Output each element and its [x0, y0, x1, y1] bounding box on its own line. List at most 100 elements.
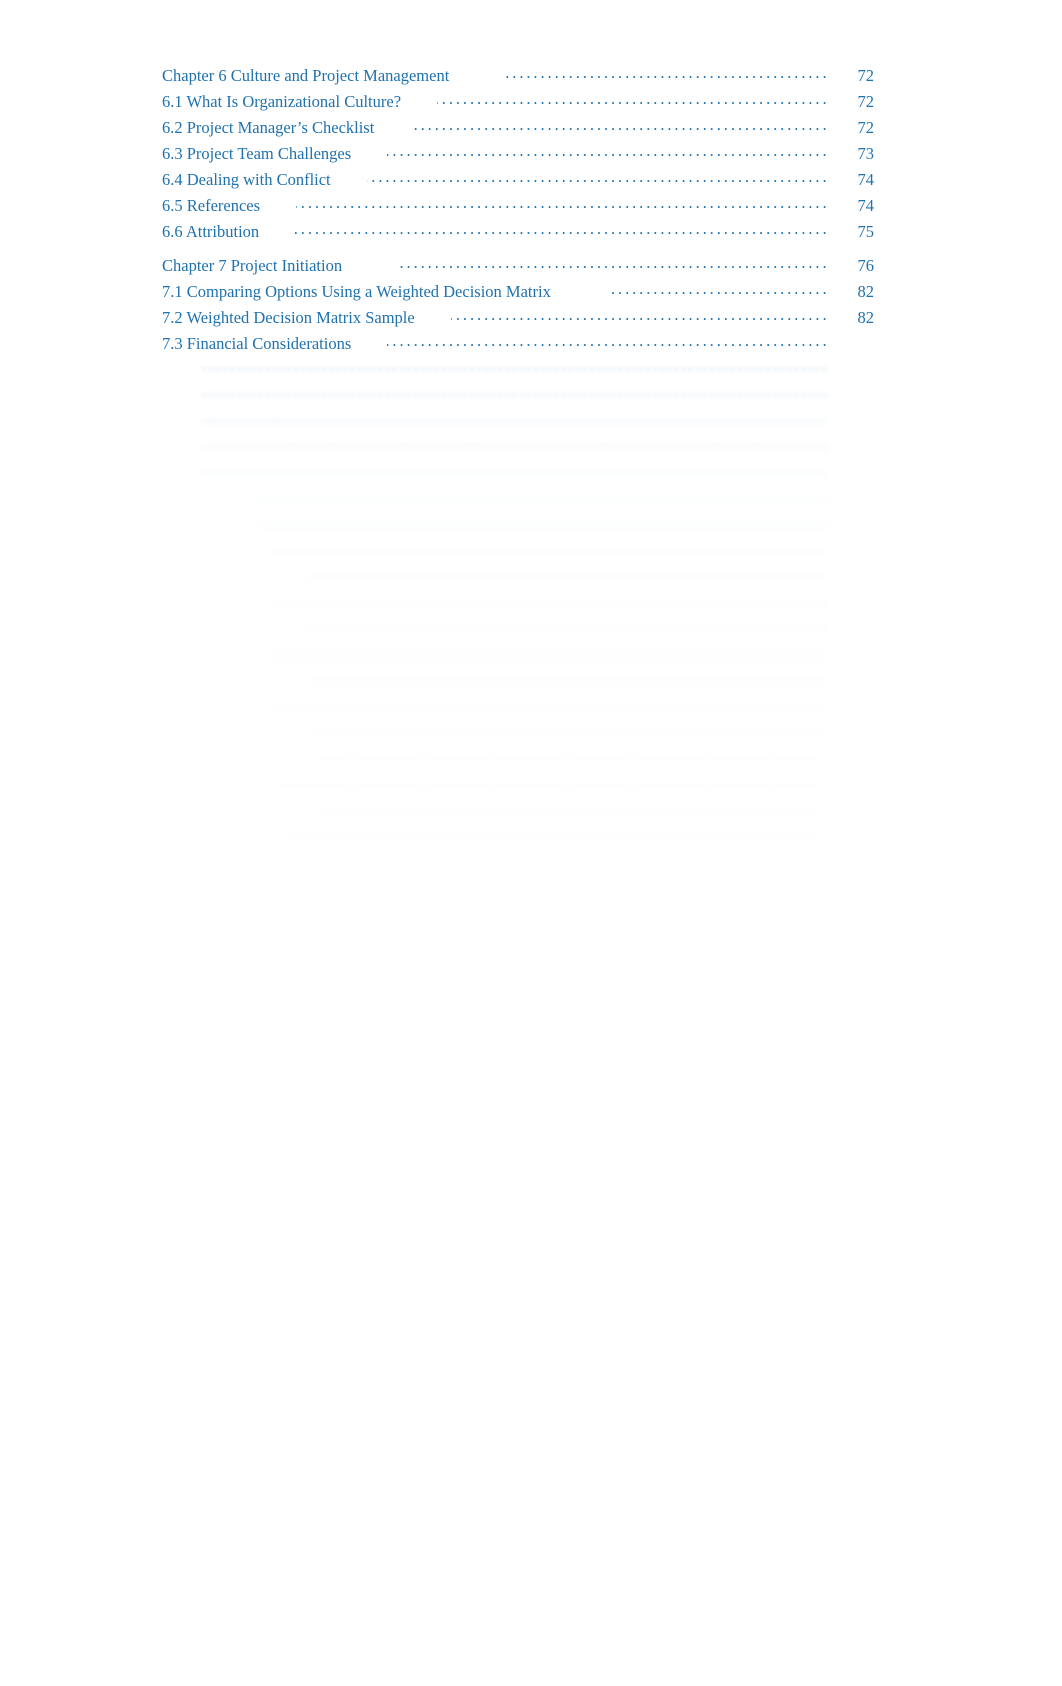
- toc-dot-leader: [198, 1197, 826, 1214]
- toc-entry-label: 7.1 Comparing Options Using a Weighted D…: [162, 282, 551, 301]
- toc-entry[interactable]: [162, 695, 874, 721]
- toc-dot-leader: [296, 195, 826, 212]
- toc-dot-leader: [306, 851, 826, 868]
- toc-page-number: 76: [857, 256, 875, 275]
- toc-dot-leader: [306, 721, 826, 738]
- document-page: Chapter 6 Culture and Project Management…: [0, 0, 1062, 1686]
- toc-dot-leader: [306, 903, 826, 920]
- toc-dot-leader: [198, 435, 826, 452]
- toc-entry[interactable]: [162, 773, 874, 799]
- toc-entry[interactable]: Chapter 7 Project Initiation 76: [162, 253, 874, 279]
- toc-dot-leader: [306, 669, 826, 686]
- toc-dot-leader: [290, 1163, 826, 1180]
- toc-entry[interactable]: [162, 1033, 874, 1059]
- toc-entry[interactable]: [162, 799, 874, 825]
- toc-entry-label: 6.5 References: [162, 196, 261, 215]
- toc-entry[interactable]: [162, 1163, 874, 1189]
- toc-entry[interactable]: [162, 409, 874, 435]
- toc-entry-label: 7.2 Weighted Decision Matrix Sample: [162, 308, 415, 327]
- toc-entry-label: 7.3 Financial Considerations: [162, 334, 352, 353]
- toc-dot-leader: [198, 357, 826, 374]
- toc-dot-leader: [607, 281, 826, 298]
- toc-entry[interactable]: [162, 383, 874, 409]
- toc-entry[interactable]: [162, 1111, 874, 1137]
- toc-dot-leader: [270, 643, 826, 660]
- toc-dot-leader: [505, 65, 826, 82]
- toc-page-number: 72: [857, 118, 875, 137]
- toc-dot-leader: [270, 773, 826, 790]
- toc-entry[interactable]: 6.4 Dealing with Conflict 74: [162, 167, 874, 193]
- toc-dot-leader: [306, 955, 826, 972]
- toc-entry[interactable]: 6.2 Project Manager’s Checklist 72: [162, 115, 874, 141]
- toc-entry[interactable]: 7.2 Weighted Decision Matrix Sample 82: [162, 305, 874, 331]
- toc-dot-leader: [387, 143, 826, 160]
- toc-dot-leader: [198, 461, 826, 478]
- toc-dot-leader: [290, 1033, 826, 1050]
- toc-entry-label: 6.3 Project Team Challenges: [162, 144, 352, 163]
- toc-entry[interactable]: [162, 721, 874, 747]
- toc-entry[interactable]: [162, 825, 874, 851]
- toc-dot-leader: [254, 487, 826, 504]
- toc-entry[interactable]: [162, 981, 874, 1007]
- toc-entry[interactable]: 7.3 Financial Considerations: [162, 331, 874, 357]
- table-of-contents: Chapter 6 Culture and Project Management…: [162, 63, 874, 1223]
- toc-entry[interactable]: [162, 643, 874, 669]
- toc-page-number: 74: [857, 170, 875, 189]
- toc-entry-label: 6.1 What Is Organizational Culture?: [162, 92, 402, 111]
- toc-entry[interactable]: [162, 1085, 874, 1111]
- toc-entry-label: Chapter 6 Culture and Project Management: [162, 66, 450, 85]
- toc-entry[interactable]: [162, 461, 874, 487]
- toc-dot-leader: [254, 513, 826, 530]
- toc-entry[interactable]: 6.1 What Is Organizational Culture? 72: [162, 89, 874, 115]
- toc-entry-label: Chapter 7 Project Initiation: [162, 256, 343, 275]
- toc-entry[interactable]: [162, 565, 874, 591]
- toc-entry[interactable]: 6.5 References 74: [162, 193, 874, 219]
- toc-dot-leader: [290, 981, 826, 998]
- toc-entry[interactable]: [162, 487, 874, 513]
- toc-dot-leader: [270, 591, 826, 608]
- toc-page-number: 82: [857, 282, 875, 301]
- toc-page-number: 74: [857, 196, 875, 215]
- toc-dot-leader: [306, 1059, 826, 1076]
- toc-dot-leader: [295, 221, 826, 238]
- toc-entry[interactable]: [162, 1197, 874, 1223]
- toc-dot-leader: [270, 695, 826, 712]
- toc-entry[interactable]: [162, 539, 874, 565]
- toc-dot-leader: [306, 565, 826, 582]
- toc-entry[interactable]: [162, 617, 874, 643]
- toc-dot-leader: [306, 1007, 826, 1024]
- toc-dot-leader: [198, 383, 826, 400]
- toc-dot-leader: [198, 409, 826, 426]
- toc-dot-leader: [398, 255, 826, 272]
- toc-dot-leader: [270, 877, 826, 894]
- toc-entry[interactable]: 6.6 Attribution 75: [162, 219, 874, 245]
- toc-entry[interactable]: 7.1 Comparing Options Using a Weighted D…: [162, 279, 874, 305]
- toc-dot-leader: [270, 929, 826, 946]
- toc-entry[interactable]: [162, 435, 874, 461]
- toc-page-number: 75: [857, 222, 875, 241]
- toc-page-number: 72: [857, 92, 875, 111]
- toc-dot-leader: [437, 91, 826, 108]
- toc-entry[interactable]: [162, 747, 874, 773]
- toc-dot-leader: [387, 333, 826, 350]
- toc-entry[interactable]: [162, 1059, 874, 1085]
- toc-page-number: 82: [857, 308, 875, 327]
- toc-page-number: 73: [857, 144, 875, 163]
- toc-dot-leader: [306, 1111, 826, 1128]
- toc-page-number: 72: [857, 66, 875, 85]
- toc-entry[interactable]: Chapter 6 Culture and Project Management…: [162, 63, 874, 89]
- toc-entry[interactable]: [162, 357, 874, 383]
- toc-entry[interactable]: [162, 903, 874, 929]
- toc-dot-leader: [270, 1085, 826, 1102]
- toc-entry[interactable]: [162, 851, 874, 877]
- toc-entry[interactable]: [162, 955, 874, 981]
- toc-entry[interactable]: [162, 929, 874, 955]
- toc-entry[interactable]: [162, 513, 874, 539]
- toc-entry[interactable]: [162, 591, 874, 617]
- toc-entry[interactable]: [162, 669, 874, 695]
- toc-entry[interactable]: [162, 877, 874, 903]
- toc-entry[interactable]: [162, 1137, 874, 1163]
- toc-entry[interactable]: [162, 1007, 874, 1033]
- toc-dot-leader: [306, 747, 826, 764]
- toc-entry[interactable]: 6.3 Project Team Challenges 73: [162, 141, 874, 167]
